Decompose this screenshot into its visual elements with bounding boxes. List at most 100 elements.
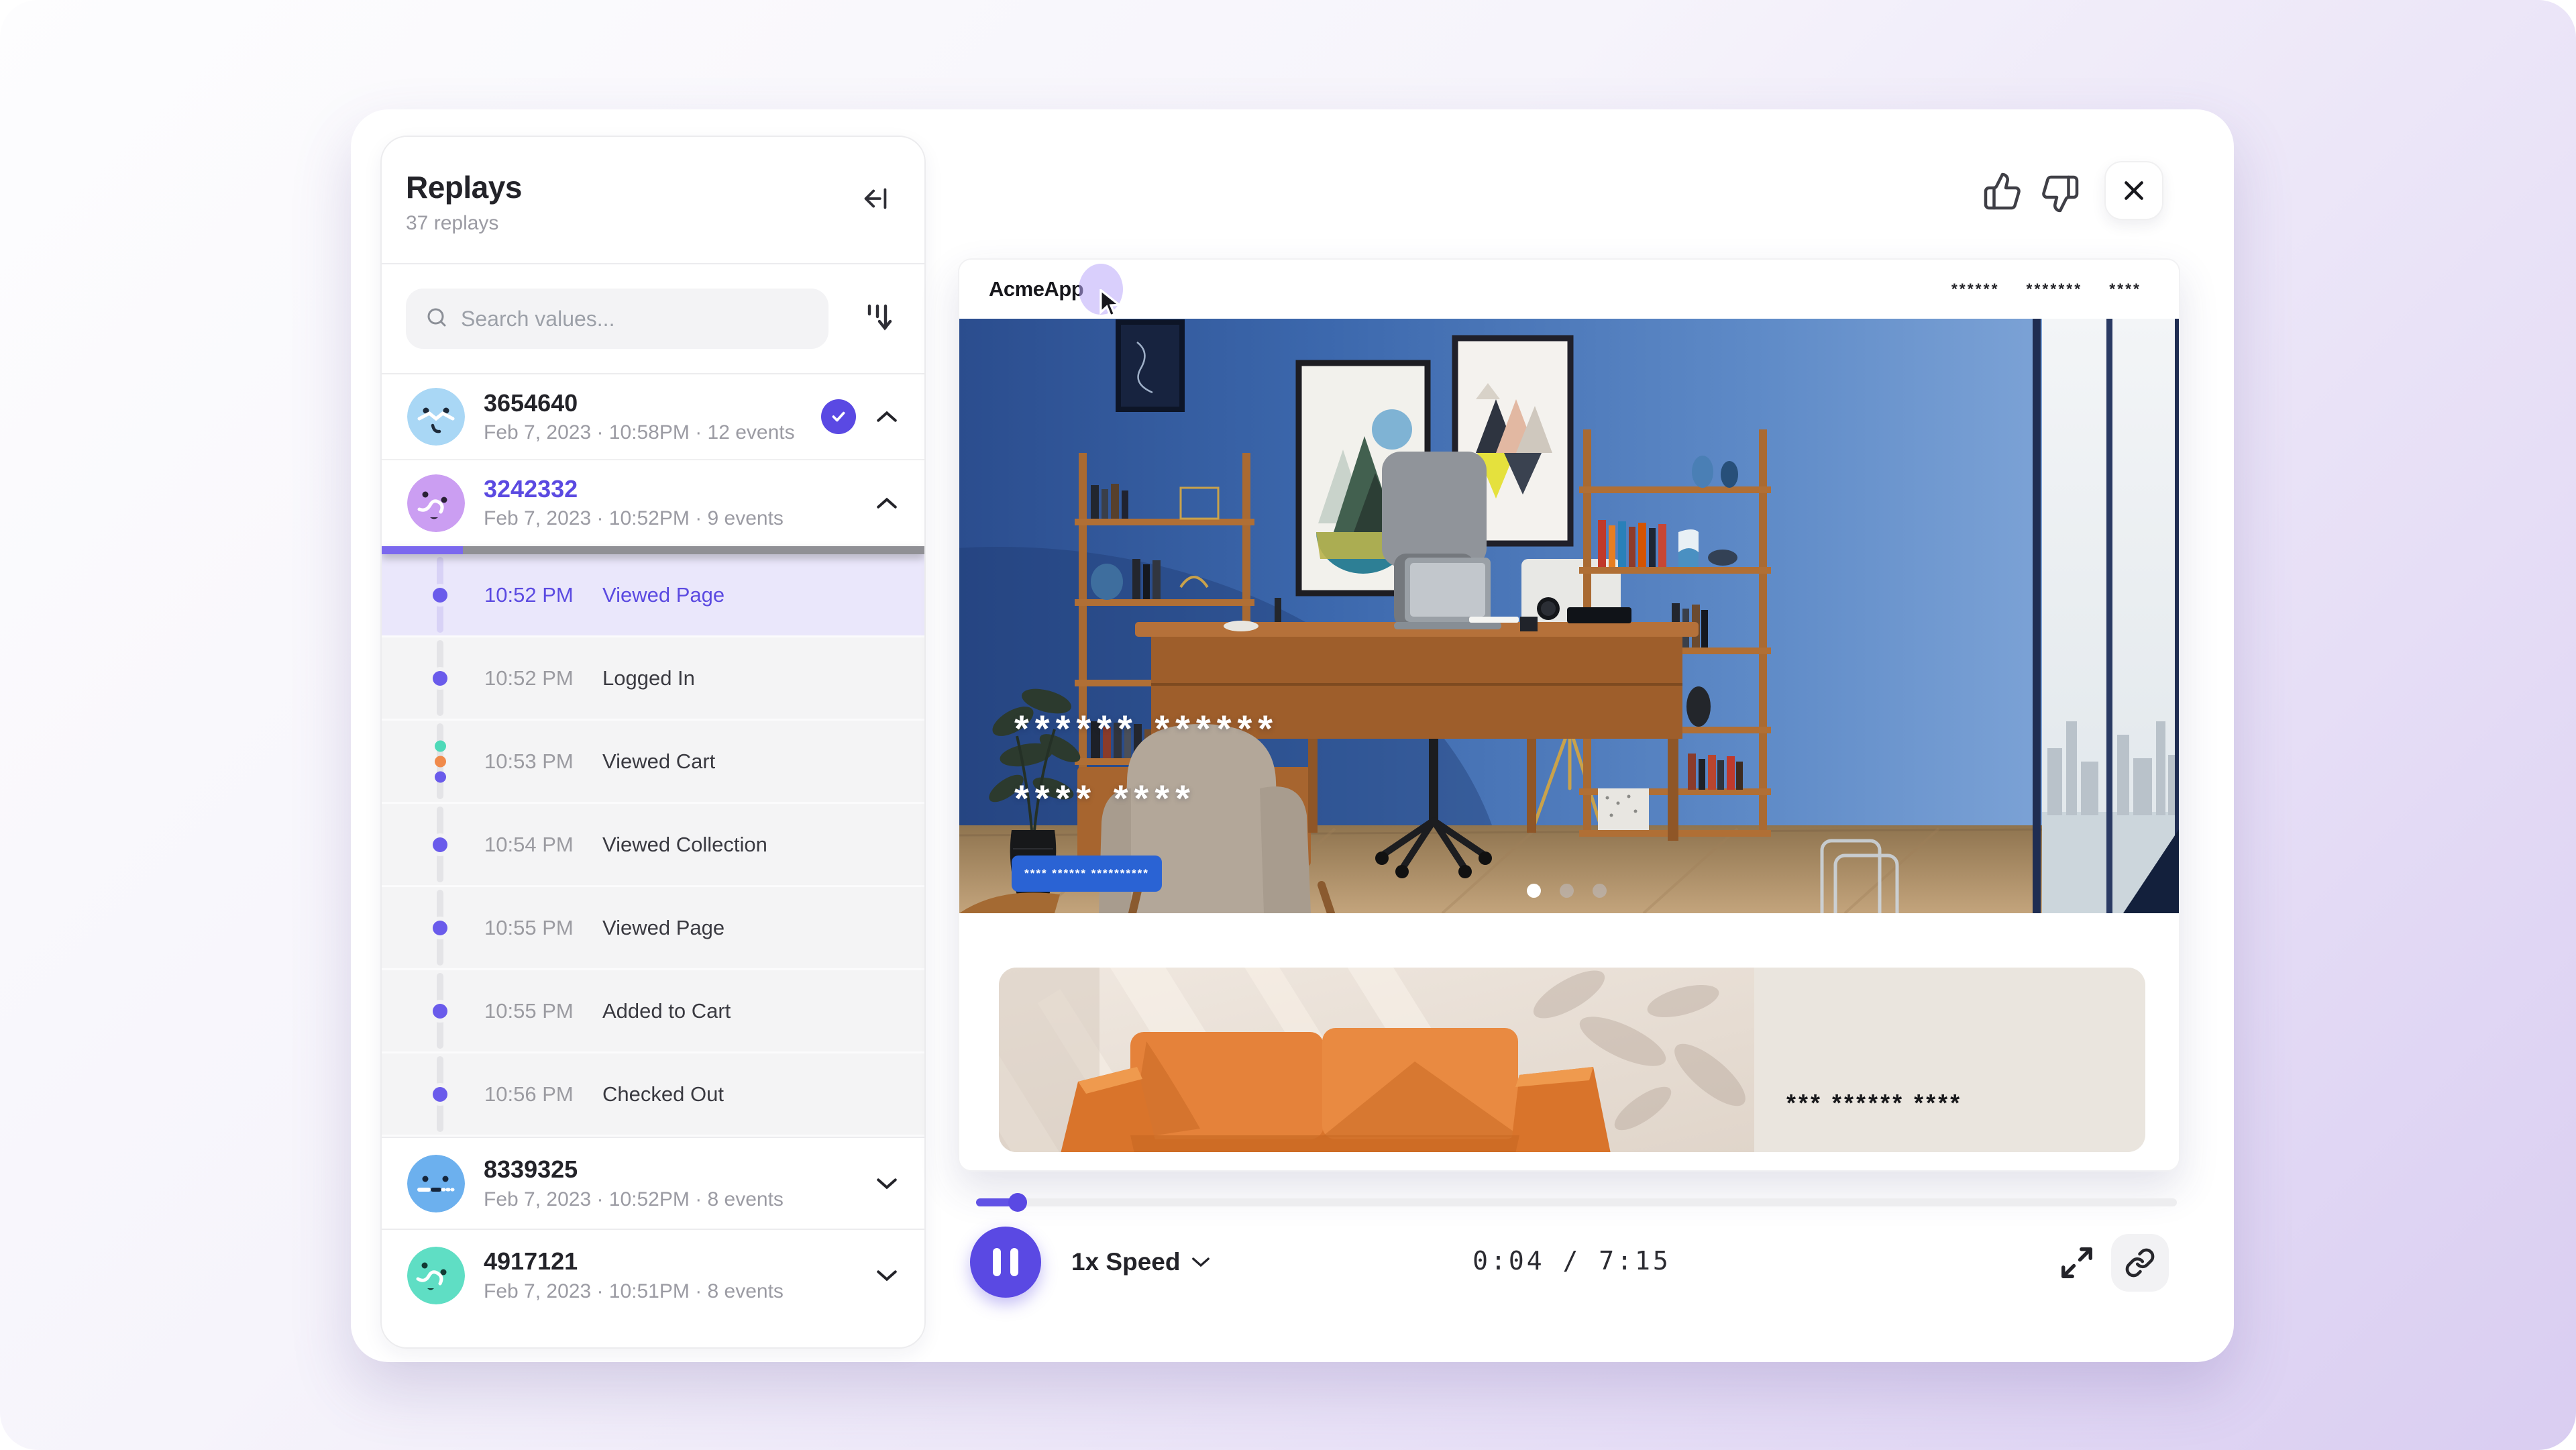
page-background: Replays 37 replays	[0, 0, 2576, 1450]
carousel-dot-active[interactable]	[1527, 884, 1541, 898]
session-id: 4917121	[484, 1247, 578, 1276]
event-row[interactable]: 10:52 PM Logged In	[382, 637, 924, 721]
link-icon	[2125, 1247, 2155, 1278]
event-dot	[433, 1087, 447, 1102]
avatar	[407, 474, 465, 532]
session-id: 3242332	[484, 475, 578, 503]
check-icon	[830, 408, 847, 425]
replay-count: 37 replays	[406, 212, 924, 235]
session-id: 3654640	[484, 389, 578, 417]
session-progress-fill	[382, 546, 463, 554]
event-row[interactable]: 10:53 PM Viewed Cart	[382, 721, 924, 804]
replay-modal: Replays 37 replays	[351, 109, 2234, 1362]
avatar	[407, 388, 465, 446]
session-row[interactable]: 4917121 Feb 7, 2023 · 10:51PM · 8 events	[382, 1229, 924, 1320]
sort-filter-icon	[861, 301, 894, 339]
event-time: 10:53 PM	[484, 749, 574, 774]
event-time: 10:55 PM	[484, 916, 574, 940]
product-caption-panel: *** ****** ****	[1754, 968, 2145, 1152]
search-box[interactable]	[406, 289, 828, 349]
collapse-session-button[interactable]	[873, 403, 900, 430]
product-card[interactable]: *** ****** ****	[999, 968, 2145, 1152]
avatar	[407, 1247, 465, 1304]
event-dot	[433, 671, 447, 686]
collapse-session-button[interactable]	[873, 490, 900, 517]
avatar	[407, 1155, 465, 1212]
event-time: 10:54 PM	[484, 833, 574, 857]
carousel-dot[interactable]	[1560, 884, 1574, 898]
session-row[interactable]: 8339325 Feb 7, 2023 · 10:52PM · 8 events	[382, 1137, 924, 1229]
session-id: 8339325	[484, 1155, 578, 1184]
event-row[interactable]: 10:52 PM Viewed Page	[382, 554, 924, 637]
event-dot-group	[435, 740, 446, 782]
speed-selector[interactable]: 1x Speed	[1071, 1245, 1211, 1280]
carousel-dots[interactable]	[1527, 884, 1607, 898]
nav-masked-item[interactable]: *******	[2027, 280, 2083, 299]
event-time: 10:56 PM	[484, 1082, 574, 1106]
expand-button[interactable]	[2059, 1245, 2095, 1281]
event-dot	[433, 921, 447, 935]
speed-label: 1x Speed	[1071, 1248, 1180, 1276]
sidebar-header: Replays 37 replays	[382, 137, 924, 264]
event-label: Viewed Cart	[602, 749, 715, 774]
page-title: Replays	[406, 169, 924, 205]
sort-filter-button[interactable]	[857, 298, 898, 341]
site-logo: AcmeApp	[989, 277, 1083, 301]
session-progress-bar[interactable]	[382, 546, 924, 554]
office-scene-image	[959, 319, 2180, 913]
hero-banner: ****** ****** **** **** **** ****** ****…	[959, 319, 2180, 913]
session-meta: Feb 7, 2023 · 10:58PM · 12 events	[484, 421, 795, 444]
nav-masked-item[interactable]: ******	[1951, 280, 2000, 299]
thumbs-down-button[interactable]	[2040, 174, 2080, 214]
chevron-down-icon	[875, 1176, 898, 1191]
thumbs-up-button[interactable]	[1982, 171, 2023, 211]
playback-progress-bar[interactable]	[976, 1198, 2177, 1206]
expand-icon	[2059, 1245, 2095, 1281]
event-label: Viewed Page	[602, 916, 724, 940]
expand-session-button[interactable]	[873, 1170, 900, 1197]
pause-button[interactable]	[970, 1227, 1041, 1298]
event-label: Checked Out	[602, 1082, 724, 1106]
search-row	[382, 264, 924, 374]
event-row[interactable]: 10:55 PM Added to Cart	[382, 970, 924, 1053]
playback-progress-knob[interactable]	[1008, 1193, 1027, 1212]
replayed-site-header: AcmeApp ****** ******* ****	[959, 260, 2179, 319]
event-dot	[433, 837, 447, 852]
event-label: Viewed Page	[602, 583, 724, 607]
event-dot	[433, 588, 447, 603]
masked-cta-button[interactable]: **** ****** **********	[1012, 856, 1162, 892]
collapse-sidebar-button[interactable]	[857, 181, 895, 219]
masked-hero-heading-line2: **** ****	[1014, 776, 1196, 820]
site-nav: ****** ******* ****	[1951, 280, 2141, 299]
event-time: 10:52 PM	[484, 583, 574, 607]
event-label: Viewed Collection	[602, 833, 767, 857]
event-row[interactable]: 10:56 PM Checked Out	[382, 1053, 924, 1137]
chevron-down-icon	[1191, 1255, 1211, 1269]
copy-link-button[interactable]	[2111, 1234, 2169, 1292]
search-input[interactable]	[461, 307, 810, 331]
session-meta: Feb 7, 2023 · 10:52PM · 8 events	[484, 1188, 784, 1211]
event-row[interactable]: 10:55 PM Viewed Page	[382, 887, 924, 970]
carousel-dot[interactable]	[1593, 884, 1607, 898]
product-section: *** ****** ****	[959, 913, 2180, 1172]
replay-viewport: AcmeApp ****** ******* ****	[958, 258, 2180, 1172]
event-time: 10:55 PM	[484, 999, 574, 1023]
close-icon	[2121, 177, 2147, 204]
sofa-photo	[999, 968, 1754, 1152]
search-icon	[425, 305, 449, 333]
masked-hero-heading-line1: ****** ******	[1014, 707, 1279, 750]
event-dot	[433, 1004, 447, 1019]
event-label: Logged In	[602, 666, 695, 690]
chevron-up-icon	[875, 409, 898, 424]
cursor-icon	[1097, 289, 1124, 322]
chevron-up-icon	[875, 496, 898, 511]
nav-masked-item[interactable]: ****	[2109, 280, 2141, 299]
session-row-active[interactable]: 3242332 Feb 7, 2023 · 10:52PM · 9 events	[382, 460, 924, 546]
collapse-left-icon	[861, 183, 892, 217]
session-row[interactable]: 3654640 Feb 7, 2023 · 10:58PM · 12 event…	[382, 374, 924, 460]
close-button[interactable]	[2104, 161, 2163, 220]
expand-session-button[interactable]	[873, 1262, 900, 1289]
thumbs-up-icon	[1982, 171, 2023, 211]
event-row[interactable]: 10:54 PM Viewed Collection	[382, 804, 924, 887]
event-label: Added to Cart	[602, 999, 731, 1023]
